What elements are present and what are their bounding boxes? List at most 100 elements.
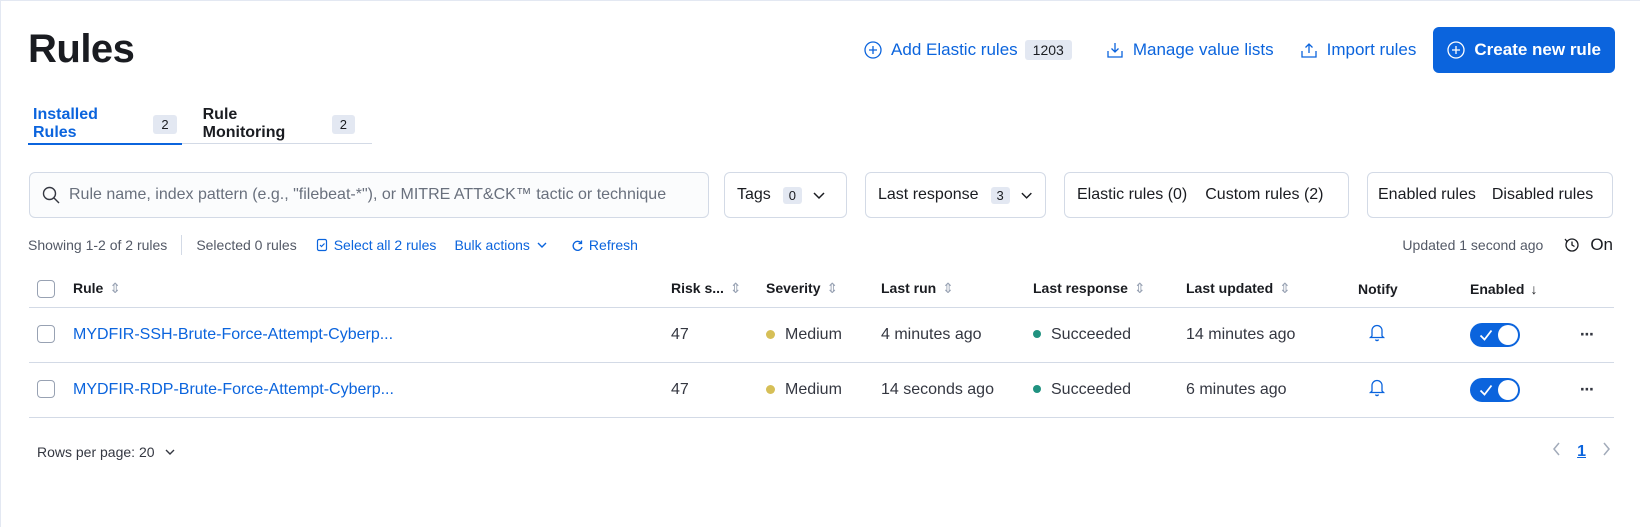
- column-severity-label: Severity: [766, 280, 821, 297]
- more-actions-icon[interactable]: ⋯: [1580, 381, 1595, 397]
- select-all-header: [29, 271, 73, 308]
- notify-cell: [1358, 362, 1470, 418]
- utility-right: Updated 1 second ago On: [1402, 235, 1613, 255]
- plus-in-circle-icon: [864, 41, 882, 59]
- tab-rule-monitoring[interactable]: Rule Monitoring 2: [198, 105, 360, 143]
- auto-refresh-toggle[interactable]: On: [1563, 235, 1613, 255]
- utility-bar: Showing 1-2 of 2 rules Selected 0 rules …: [28, 233, 1613, 257]
- pages-select-icon: [316, 238, 327, 252]
- previous-page-icon[interactable]: [1551, 441, 1563, 462]
- column-severity[interactable]: Severity ⇕: [766, 271, 881, 308]
- severity-cell: Medium: [766, 307, 881, 363]
- select-all-checkbox[interactable]: [37, 279, 55, 298]
- rows-per-page-button[interactable]: Rows per page: 20: [37, 444, 176, 460]
- refresh-button[interactable]: Refresh: [571, 237, 638, 253]
- rule-name-cell: MYDFIR-RDP-Brute-Force-Attempt-Cyberp...: [73, 362, 671, 418]
- disabled-rules-filter[interactable]: Disabled rules: [1486, 186, 1599, 204]
- bulk-actions-label: Bulk actions: [454, 237, 530, 253]
- rule-name-link[interactable]: MYDFIR-SSH-Brute-Force-Attempt-Cyberp...: [73, 326, 393, 343]
- status-success-dot: [1033, 385, 1041, 394]
- select-all-button[interactable]: Select all 2 rules: [315, 237, 436, 253]
- pagination: 1: [1551, 441, 1612, 462]
- severity-cell: Medium: [766, 362, 881, 418]
- enabled-cell: [1470, 362, 1580, 418]
- tab-installed-rules-count: 2: [153, 114, 177, 134]
- column-notify: Notify: [1358, 271, 1470, 308]
- sortable-icon: ⇕: [942, 280, 954, 297]
- column-notify-label: Notify: [1358, 280, 1398, 297]
- enabled-rules-filter[interactable]: Enabled rules: [1372, 186, 1482, 204]
- risk-score-cell: 47: [671, 307, 766, 363]
- last-updated-cell: 14 minutes ago: [1186, 307, 1358, 363]
- create-new-rule-button[interactable]: Create new rule: [1433, 27, 1615, 73]
- column-actions: [1580, 271, 1614, 308]
- add-elastic-rules-label: Add Elastic rules: [891, 40, 1018, 59]
- column-last-updated-label: Last updated: [1186, 280, 1274, 297]
- table-row: MYDFIR-RDP-Brute-Force-Attempt-Cyberp...…: [29, 362, 1614, 418]
- import-rules-label: Import rules: [1326, 40, 1417, 59]
- notify-cell: [1358, 307, 1470, 363]
- sortable-icon: ⇕: [826, 280, 839, 297]
- column-enabled[interactable]: Enabled ↓: [1470, 271, 1580, 308]
- tab-rule-monitoring-count: 2: [331, 114, 355, 134]
- tab-rule-monitoring-label: Rule Monitoring: [202, 106, 286, 141]
- rows-per-page-label: Rows per page: 20: [37, 444, 155, 460]
- manage-value-lists-button[interactable]: Manage value lists: [1097, 40, 1283, 60]
- last-run-cell: 14 seconds ago: [881, 362, 1033, 418]
- auto-refresh-icon: [1563, 236, 1579, 252]
- rules-tabs: Installed Rules 2 Rule Monitoring 2: [28, 105, 372, 145]
- enabled-cell: [1470, 307, 1580, 363]
- rule-name-link[interactable]: MYDFIR-RDP-Brute-Force-Attempt-Cyberp...: [73, 381, 394, 398]
- bell-icon[interactable]: [1368, 377, 1386, 397]
- bell-icon[interactable]: [1368, 322, 1386, 342]
- severity-medium-dot: [766, 329, 775, 339]
- refresh-label: Refresh: [588, 237, 638, 253]
- last-response-filter[interactable]: Last response 3: [865, 172, 1046, 218]
- more-actions-icon[interactable]: ⋯: [1580, 326, 1595, 342]
- tab-installed-rules[interactable]: Installed Rules 2: [28, 105, 182, 145]
- status-success-dot: [1033, 330, 1041, 339]
- manage-value-lists-label: Manage value lists: [1132, 40, 1274, 59]
- column-rule[interactable]: Rule ⇕: [73, 271, 671, 308]
- rule-enabled-switch[interactable]: [1470, 377, 1520, 402]
- row-checkbox[interactable]: [37, 325, 55, 344]
- bulk-actions-button[interactable]: Bulk actions: [454, 237, 552, 253]
- divider: [181, 235, 183, 255]
- search-input[interactable]: [69, 186, 689, 204]
- header-actions: Add Elastic rules 1203 Manage value list…: [855, 27, 1615, 73]
- tags-filter-count: 0: [782, 186, 803, 204]
- column-risk-score[interactable]: Risk s... ⇕: [671, 271, 766, 308]
- rule-enabled-switch[interactable]: [1470, 322, 1520, 347]
- column-last-updated[interactable]: Last updated ⇕: [1186, 271, 1358, 308]
- tags-filter[interactable]: Tags 0: [724, 172, 847, 218]
- last-updated-cell: 6 minutes ago: [1186, 362, 1358, 418]
- showing-count: Showing 1-2 of 2 rules: [28, 237, 168, 253]
- row-checkbox[interactable]: [37, 380, 55, 399]
- rules-table: Rule ⇕ Risk s... ⇕ Severity ⇕ Last run ⇕ Las…: [29, 271, 1614, 418]
- last-response-cell: Succeeded: [1033, 307, 1186, 363]
- import-rules-button[interactable]: Import rules: [1291, 40, 1426, 60]
- next-page-icon[interactable]: [1600, 441, 1612, 462]
- rules-page: Rules Add Elastic rules 1203 Manage valu…: [0, 0, 1640, 527]
- elastic-rules-filter[interactable]: Elastic rules (0): [1071, 186, 1193, 204]
- chevron-down-icon: [537, 242, 547, 248]
- elastic-rules-count-badge: 1203: [1024, 40, 1072, 60]
- actions-cell: ⋯: [1580, 362, 1614, 418]
- last-response-cell: Succeeded: [1033, 362, 1186, 418]
- sortable-icon: ⇕: [1133, 280, 1146, 297]
- severity-label: Medium: [785, 325, 842, 343]
- rule-source-filter-group: Elastic rules (0) Custom rules (2): [1064, 172, 1349, 218]
- last-response-label: Succeeded: [1051, 380, 1132, 398]
- column-last-run[interactable]: Last run ⇕: [881, 271, 1033, 308]
- actions-cell: ⋯: [1580, 307, 1614, 363]
- plus-in-circle-icon: [1447, 41, 1466, 59]
- search-bar: [29, 172, 709, 218]
- refresh-icon: [572, 240, 583, 251]
- sortable-icon: ⇕: [109, 280, 122, 297]
- page-number-button[interactable]: 1: [1577, 443, 1586, 461]
- custom-rules-filter[interactable]: Custom rules (2): [1199, 186, 1329, 204]
- add-elastic-rules-button[interactable]: Add Elastic rules 1203: [855, 40, 1081, 60]
- column-last-response[interactable]: Last response ⇕: [1033, 271, 1186, 308]
- sortable-icon: ⇕: [1279, 280, 1291, 297]
- row-select-cell: [29, 362, 73, 418]
